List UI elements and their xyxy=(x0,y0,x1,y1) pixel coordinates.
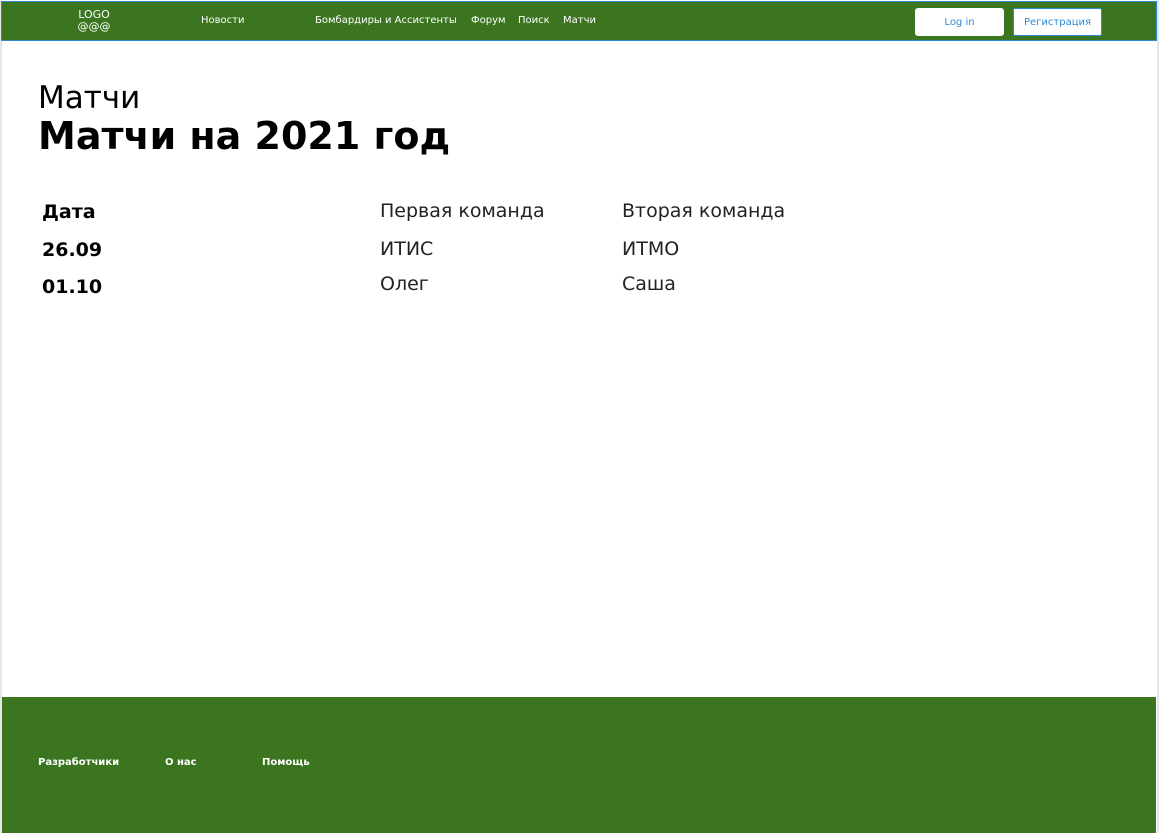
page-title: Матчи на 2021 год xyxy=(38,114,451,158)
footer-help-link[interactable]: Помощь xyxy=(262,757,310,768)
second-team: ИТМО xyxy=(622,238,680,260)
match-date: 01.10 xyxy=(42,276,103,298)
first-team: ИТИС xyxy=(380,238,434,260)
nav-matches[interactable]: Матчи xyxy=(563,15,596,27)
login-button[interactable]: Log in xyxy=(915,8,1004,36)
column-header-first-team: Первая команда xyxy=(380,200,545,222)
nav-forum[interactable]: Форум xyxy=(471,15,506,27)
second-team: Саша xyxy=(622,273,676,295)
footer-about-link[interactable]: О нас xyxy=(165,757,197,768)
top-navbar: LOGO @@@ Новости Бомбардиры и Ассистенты… xyxy=(1,1,1157,41)
logo-subtext: @@@ xyxy=(77,20,111,33)
page-kicker: Матчи xyxy=(38,80,141,116)
nav-search[interactable]: Поиск xyxy=(518,15,550,27)
first-team: Олег xyxy=(380,273,429,295)
column-header-date: Дата xyxy=(42,201,96,223)
match-date: 26.09 xyxy=(42,239,103,261)
nav-scorers-assists[interactable]: Бомбардиры и Ассистенты xyxy=(315,15,457,27)
footer-developers-link[interactable]: Разработчики xyxy=(38,757,119,768)
nav-news[interactable]: Новости xyxy=(201,15,244,27)
register-button[interactable]: Регистрация xyxy=(1013,8,1102,36)
footer: Разработчики О нас Помощь xyxy=(2,697,1156,833)
logo[interactable]: LOGO @@@ xyxy=(74,9,114,33)
column-header-second-team: Вторая команда xyxy=(622,200,786,222)
